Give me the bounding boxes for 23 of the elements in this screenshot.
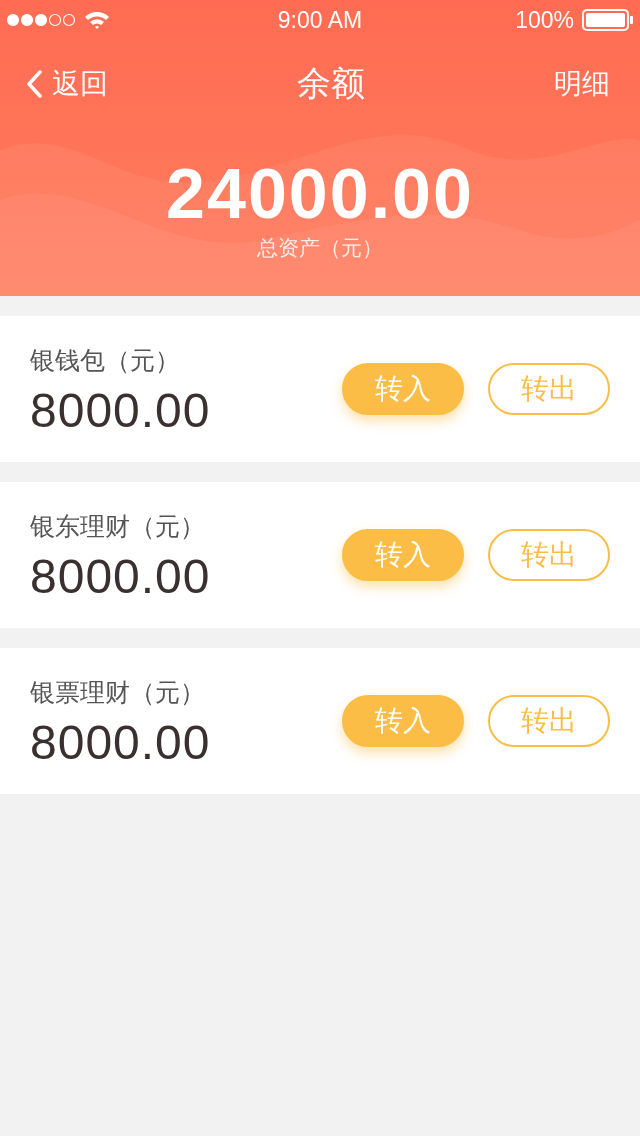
page-title: 余额 [297, 63, 365, 104]
account-amount: 8000.00 [30, 383, 211, 438]
account-name: 银票理财（元） [30, 677, 206, 708]
total-amount: 24000.00 [166, 154, 474, 234]
chevron-left-icon [26, 70, 42, 98]
total-label: 总资产（元） [257, 235, 383, 261]
transfer-out-button[interactable]: 转出 [488, 529, 610, 581]
account-name: 银东理财（元） [30, 511, 206, 542]
signal-icon [6, 13, 76, 27]
transfer-out-button[interactable]: 转出 [488, 363, 610, 415]
detail-link[interactable]: 明细 [554, 65, 610, 103]
status-time: 9:00 AM [277, 6, 363, 34]
account-amount: 8000.00 [30, 549, 211, 604]
account-name: 银钱包（元） [30, 345, 181, 376]
transfer-in-button[interactable]: 转入 [342, 695, 464, 747]
account-amount: 8000.00 [30, 715, 211, 770]
battery-percentage: 100% [515, 6, 574, 34]
back-button[interactable]: 返回 [26, 65, 108, 103]
transfer-out-button[interactable]: 转出 [488, 695, 610, 747]
battery-icon [582, 9, 634, 31]
wifi-icon [84, 10, 110, 30]
transfer-in-button[interactable]: 转入 [342, 363, 464, 415]
transfer-in-button[interactable]: 转入 [342, 529, 464, 581]
